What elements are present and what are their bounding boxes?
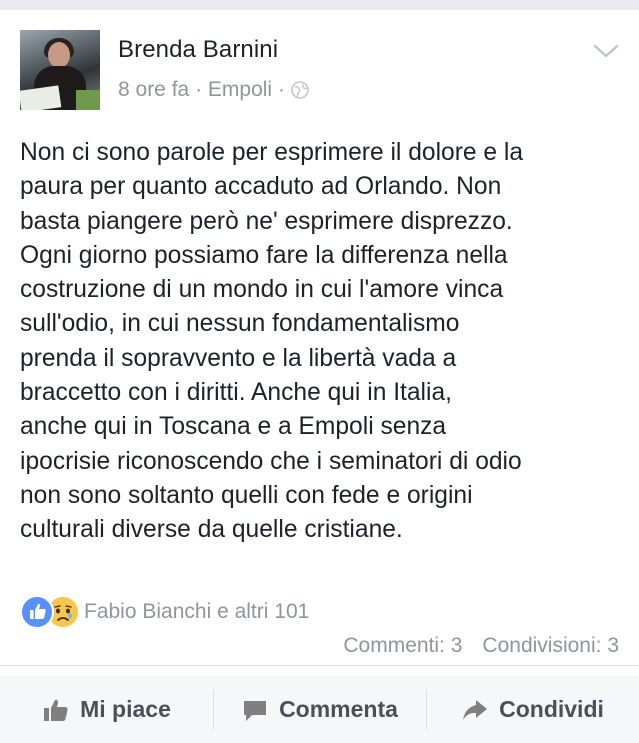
share-button-label: Condividi	[499, 696, 604, 722]
divider	[0, 665, 639, 666]
author-name[interactable]: Brenda Barnini	[118, 36, 278, 64]
post-text-line: Ogni giorno possiamo fare la differenza …	[20, 241, 508, 269]
like-button-label: Mi piace	[80, 696, 171, 722]
post-text-line: Non ci sono parole per esprimere il dolo…	[20, 139, 524, 166]
post-meta: 8 ore fa · Empoli ·	[118, 78, 309, 102]
post-time[interactable]: 8 ore fa	[118, 78, 189, 102]
meta-separator: ·	[195, 78, 203, 101]
globe-icon	[291, 81, 309, 99]
reactions-summary[interactable]: Fabio Bianchi e altri 101	[20, 595, 309, 629]
author-avatar[interactable]	[20, 30, 100, 110]
post-text-line: braccetto con i diritti. Anche qui in It…	[20, 379, 452, 407]
share-arrow-icon	[461, 696, 489, 724]
comments-count[interactable]: Commenti: 3	[343, 634, 462, 658]
chevron-down-icon[interactable]	[593, 42, 619, 60]
like-reaction-icon	[20, 595, 54, 629]
post-text-line: paura per quanto accaduto ad Orlando. No…	[20, 173, 502, 201]
post-text-line: prenda il sopravvento e la libertà vada …	[20, 344, 457, 372]
post-location[interactable]: Empoli	[208, 78, 272, 102]
reaction-names[interactable]: Fabio Bianchi e altri 101	[84, 600, 309, 624]
post-text: Non ci sono parole per esprimere il dolo…	[20, 136, 625, 548]
post-text-line: ipocrisie riconoscendo che i seminatori …	[20, 447, 522, 475]
post-text-line: anche qui in Toscana e a Empoli senza	[20, 413, 447, 441]
shares-count[interactable]: Condivisioni: 3	[482, 634, 619, 658]
post-text-line: sull'odio, in cui nessun fondamentalismo	[20, 310, 460, 338]
post-text-line: costruzione di un mondo in cui l'amore v…	[20, 276, 504, 304]
post-card: Brenda Barnini 8 ore fa · Empoli · Non c…	[0, 10, 639, 743]
engagement-counts: Commenti: 3 Condivisioni: 3	[343, 634, 619, 658]
thumbs-up-icon	[42, 696, 70, 724]
post-text-line: culturali diverse da quelle cristiane.	[20, 516, 403, 544]
post-text-line: non sono soltanto quelli con fede e orig…	[20, 481, 473, 509]
meta-separator: ·	[277, 78, 285, 101]
comment-button-label: Commenta	[279, 696, 398, 722]
post-text-line: basta piangere però ne' esprimere dispre…	[20, 207, 513, 235]
comment-icon	[241, 696, 269, 724]
